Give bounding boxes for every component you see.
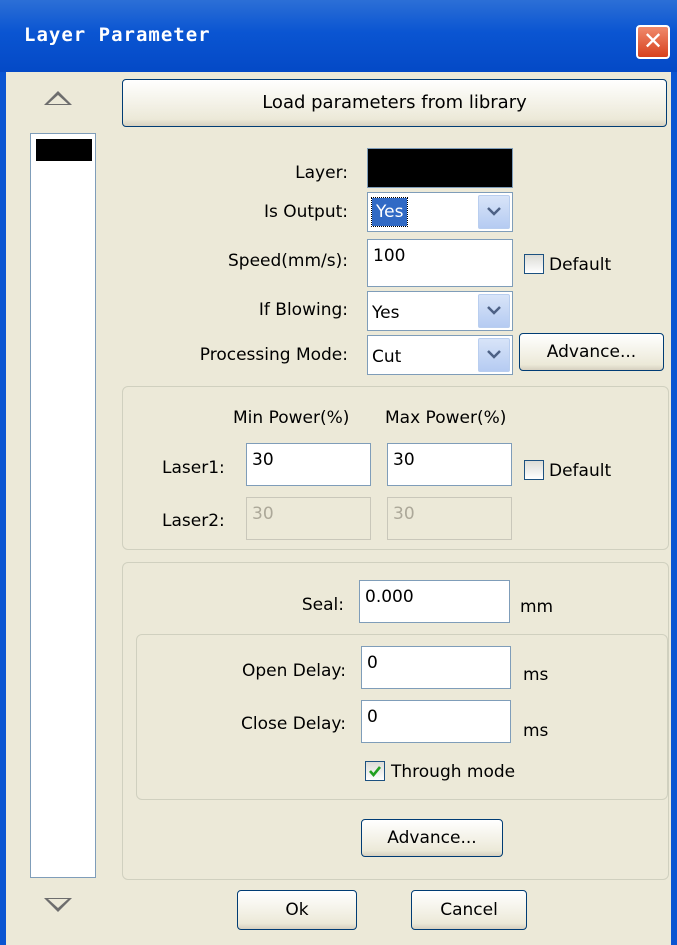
processing-mode-label: Processing Mode: <box>199 345 348 365</box>
max-power-header: Max Power(%) <box>385 408 507 428</box>
laser1-max-power-input[interactable]: 30 <box>387 443 512 486</box>
open-delay-label: Open Delay: <box>241 661 346 681</box>
min-power-header: Min Power(%) <box>233 408 350 428</box>
layer-list[interactable] <box>30 133 96 878</box>
is-output-select[interactable]: Yes <box>367 192 513 232</box>
if-blowing-label: If Blowing: <box>258 300 348 320</box>
layer-color-box[interactable] <box>367 148 513 188</box>
speed-default-label: Default <box>549 255 612 275</box>
is-output-value: Yes <box>370 197 409 227</box>
cancel-button[interactable]: Cancel <box>411 890 527 930</box>
laser1-default-label: Default <box>549 461 612 481</box>
load-parameters-button[interactable]: Load parameters from library <box>122 79 667 127</box>
layer-list-item[interactable] <box>36 139 92 161</box>
close-button[interactable]: ✕ <box>636 25 670 59</box>
triangle-up-icon-fill <box>48 95 68 104</box>
chevron-down-icon[interactable] <box>478 294 510 328</box>
open-delay-unit: ms <box>523 665 549 685</box>
is-output-label: Is Output: <box>263 202 348 222</box>
if-blowing-select[interactable]: Yes <box>367 291 513 331</box>
title-bar[interactable]: Layer Parameter ✕ <box>0 0 677 72</box>
speed-label: Speed(mm/s): <box>228 251 348 271</box>
speed-default-checkbox[interactable] <box>524 254 544 274</box>
if-blowing-value: Yes <box>372 303 400 323</box>
chevron-down-icon[interactable] <box>478 338 510 372</box>
checkmark-icon <box>369 766 382 778</box>
advance-processing-button[interactable]: Advance... <box>519 333 664 371</box>
through-mode-label: Through mode <box>391 762 516 782</box>
window-title: Layer Parameter <box>24 24 211 46</box>
speed-input[interactable]: 100 <box>367 239 513 287</box>
laser1-label: Laser1: <box>162 458 225 478</box>
open-delay-input[interactable]: 0 <box>361 646 511 689</box>
layer-label: Layer: <box>295 163 348 183</box>
layer-parameter-dialog: Layer Parameter ✕ Load parameters from l… <box>0 0 677 945</box>
close-delay-label: Close Delay: <box>241 714 346 734</box>
laser2-min-power-input: 30 <box>246 497 371 540</box>
seal-unit: mm <box>520 597 554 617</box>
window-frame-right <box>671 72 677 945</box>
seal-label: Seal: <box>301 595 344 615</box>
laser2-label: Laser2: <box>162 511 225 531</box>
through-mode-checkbox[interactable] <box>365 761 385 781</box>
processing-mode-value: Cut <box>372 347 402 367</box>
advance-seal-button[interactable]: Advance... <box>361 819 503 857</box>
chevron-down-icon[interactable] <box>478 195 510 229</box>
triangle-down-icon-fill <box>48 899 68 908</box>
close-delay-input[interactable]: 0 <box>361 700 511 743</box>
ok-button[interactable]: Ok <box>237 890 357 930</box>
laser2-max-power-input: 30 <box>387 497 512 540</box>
close-delay-unit: ms <box>523 721 549 741</box>
processing-mode-select[interactable]: Cut <box>367 335 513 375</box>
laser1-min-power-input[interactable]: 30 <box>246 443 371 486</box>
seal-input[interactable]: 0.000 <box>359 580 510 623</box>
laser1-default-checkbox[interactable] <box>524 460 544 480</box>
